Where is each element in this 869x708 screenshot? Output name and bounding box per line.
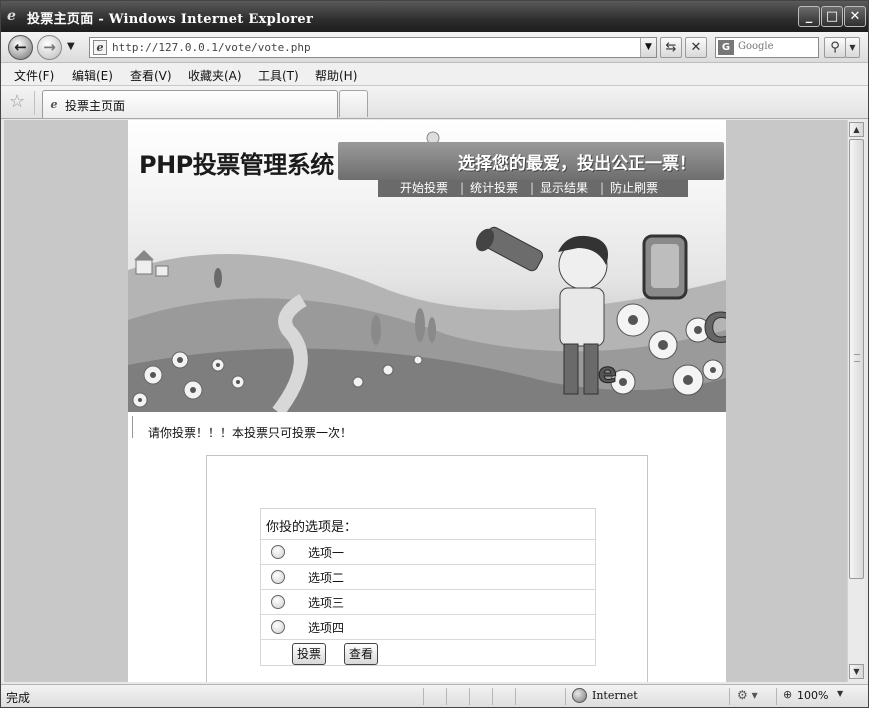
site-banner: C e PHP投票管理系统 选择您的最爱，投出公正一票！ 开始投票 | 统计投票… — [128, 120, 726, 412]
nav-divider: | — [460, 181, 465, 195]
menu-view[interactable]: 查看(V) — [130, 67, 172, 84]
option-radio[interactable] — [271, 570, 285, 584]
search-button[interactable]: ⚲ — [824, 37, 846, 58]
menu-edit[interactable]: 编辑(E) — [72, 67, 113, 84]
scroll-grip-icon — [854, 354, 860, 362]
menu-file[interactable]: 文件(F) — [14, 67, 54, 84]
option-label: 选项二 — [308, 571, 345, 585]
favorites-star-icon[interactable]: ☆ — [9, 91, 25, 112]
maximize-button[interactable]: □ — [821, 6, 843, 27]
internet-zone-globe-icon — [572, 688, 587, 703]
vote-option-row[interactable]: 选项一 — [261, 540, 595, 565]
google-icon: G — [718, 40, 734, 55]
nav-show-results[interactable]: 显示结果 — [540, 180, 588, 197]
tab-bar: ☆ e 投票主页面 — [1, 86, 868, 119]
svg-text:C: C — [703, 306, 726, 352]
site-logo-title: PHP投票管理系统 — [139, 151, 334, 179]
option-radio[interactable] — [271, 595, 285, 609]
view-results-button[interactable]: 查看 — [344, 643, 379, 665]
zoom-level[interactable]: 100% — [797, 689, 828, 702]
ie-logo-icon: e — [7, 8, 16, 24]
nav-start-vote[interactable]: 开始投票 — [400, 180, 448, 197]
vote-option-row[interactable]: 选项三 — [261, 590, 595, 615]
status-divider — [565, 688, 566, 705]
option-radio[interactable] — [271, 545, 285, 559]
vote-submit-button[interactable]: 投票 — [292, 643, 327, 665]
web-page: C e PHP投票管理系统 选择您的最爱，投出公正一票！ 开始投票 | 统计投票… — [128, 120, 726, 682]
vote-option-row[interactable]: 选项四 — [261, 615, 595, 640]
option-radio[interactable] — [271, 620, 285, 634]
site-slogan: 选择您的最爱，投出公正一票！ — [458, 154, 696, 174]
option-label: 选项四 — [308, 621, 345, 635]
tab-label: 投票主页面 — [65, 99, 126, 113]
page-viewport: C e PHP投票管理系统 选择您的最爱，投出公正一票！ 开始投票 | 统计投票… — [4, 120, 847, 682]
nav-divider: | — [600, 181, 605, 195]
svg-text:e: e — [598, 356, 617, 389]
scroll-up-arrow-icon[interactable]: ▲ — [849, 122, 864, 137]
window-title: 投票主页面 - Windows Internet Explorer — [27, 12, 314, 27]
vote-form-header: 你投的选项是： — [261, 509, 595, 540]
protected-mode-icon[interactable]: ⚙ ▾ — [737, 688, 758, 702]
url-input[interactable]: http://127.0.0.1/vote/vote.php — [112, 41, 311, 54]
zoom-dropdown-icon[interactable]: ▼ — [837, 689, 843, 698]
address-bar[interactable]: e http://127.0.0.1/vote/vote.php ▼ — [89, 37, 657, 58]
status-divider — [729, 688, 730, 705]
refresh-button[interactable]: ⇆ — [660, 37, 682, 58]
status-divider — [515, 688, 516, 705]
status-bar: 完成 Internet ⚙ ▾ ⊕ 100% ▼ — [1, 684, 868, 707]
status-divider — [469, 688, 470, 705]
status-divider — [492, 688, 493, 705]
menu-favorites[interactable]: 收藏夹(A) — [188, 67, 242, 84]
menu-help[interactable]: 帮助(H) — [315, 67, 357, 84]
back-button[interactable]: ← — [8, 35, 33, 60]
address-dropdown-icon[interactable]: ▼ — [640, 38, 656, 57]
status-divider — [446, 688, 447, 705]
status-divider — [423, 688, 424, 705]
nav-anti-spam[interactable]: 防止刷票 — [610, 180, 658, 197]
tab-vote-home[interactable]: e 投票主页面 — [42, 90, 338, 118]
page-icon: e — [93, 40, 107, 55]
forward-button[interactable]: → — [37, 35, 62, 60]
address-toolbar: ← → ▼ e http://127.0.0.1/vote/vote.php ▼… — [1, 32, 868, 63]
tab-separator — [34, 91, 35, 115]
close-button[interactable]: ✕ — [844, 6, 866, 27]
menu-tools[interactable]: 工具(T) — [258, 67, 299, 84]
search-placeholder: Google — [738, 41, 774, 52]
zoom-magnifier-icon[interactable]: ⊕ — [783, 688, 792, 701]
minimize-button[interactable]: _ — [798, 6, 820, 27]
vote-notice: 请你投票！！！本投票只可投票一次！ — [148, 426, 353, 440]
search-input[interactable]: G Google — [715, 37, 819, 58]
nav-divider: | — [530, 181, 535, 195]
vote-option-row[interactable]: 选项二 — [261, 565, 595, 590]
browser-window: e 投票主页面 - Windows Internet Explorer _ □ … — [0, 0, 869, 708]
recent-pages-dropdown-icon[interactable]: ▼ — [67, 41, 75, 52]
scroll-down-arrow-icon[interactable]: ▼ — [849, 664, 864, 679]
scroll-thumb[interactable] — [849, 139, 864, 579]
vertical-scrollbar[interactable]: ▲ ▼ — [847, 120, 865, 682]
new-tab-button[interactable] — [339, 90, 368, 117]
search-options-dropdown-icon[interactable]: ▼ — [845, 37, 860, 58]
nav-tally-votes[interactable]: 统计投票 — [470, 180, 518, 197]
page-icon: e — [50, 98, 58, 111]
status-text: 完成 — [6, 691, 31, 705]
vote-form: 你投的选项是： 选项一 选项二 选项三 选项四 投票 查看 — [260, 508, 596, 666]
option-label: 选项一 — [308, 546, 345, 560]
option-label: 选项三 — [308, 596, 345, 610]
title-bar: e 投票主页面 - Windows Internet Explorer _ □ … — [1, 1, 868, 32]
status-divider — [776, 688, 777, 705]
vote-question: 你投的选项是： — [266, 520, 358, 535]
notice-divider — [132, 416, 133, 438]
menu-bar: 文件(F) 编辑(E) 查看(V) 收藏夹(A) 工具(T) 帮助(H) — [1, 63, 868, 86]
security-zone[interactable]: Internet — [592, 689, 638, 702]
stop-button[interactable]: ✕ — [685, 37, 707, 58]
vote-actions-row: 投票 查看 — [261, 640, 595, 666]
